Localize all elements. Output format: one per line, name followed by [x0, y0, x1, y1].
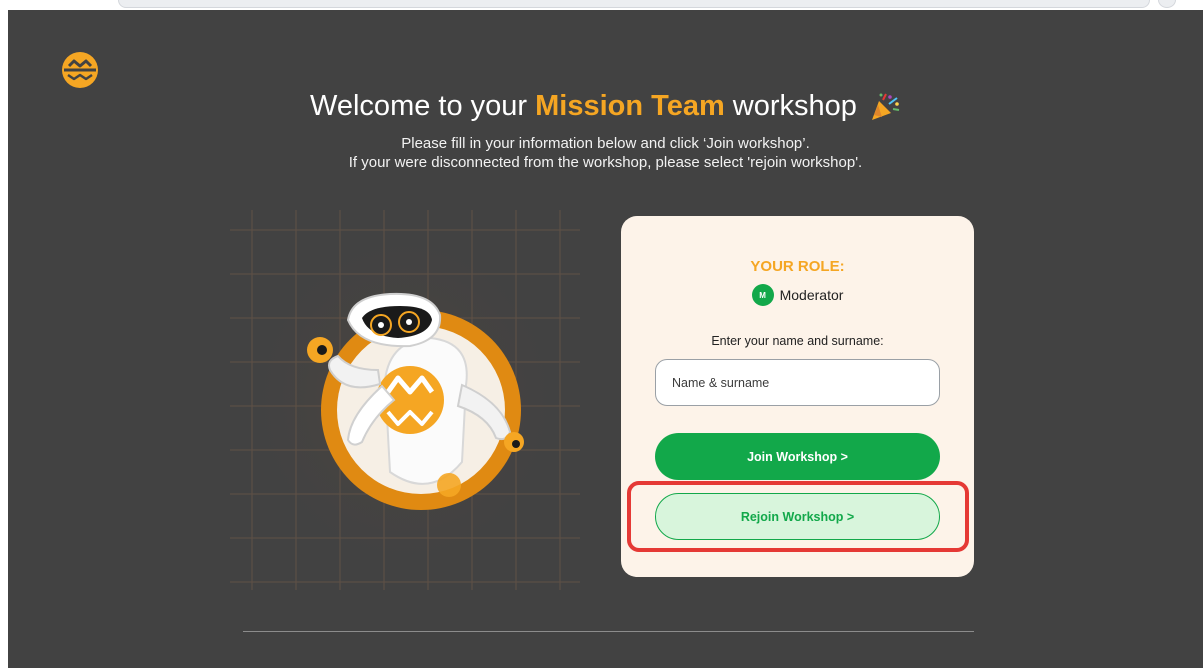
page-subtitle: Please fill in your information below an…	[8, 134, 1203, 172]
name-surname-input[interactable]	[655, 359, 940, 406]
role-indicator: M Moderator	[621, 284, 974, 306]
role-heading: YOUR ROLE:	[750, 258, 845, 275]
subtitle-line-2: If your were disconnected from the works…	[348, 154, 863, 171]
name-field-label: Enter your name and surname:	[711, 334, 884, 348]
role-avatar: M	[751, 284, 774, 306]
join-workshop-button[interactable]: Join Workshop >	[655, 433, 940, 480]
page-title: Welcome to your Mission Team workshop	[8, 90, 1203, 123]
address-bar[interactable]	[118, 0, 1150, 8]
role-name: Moderator	[779, 287, 844, 303]
mission-team-logo-icon[interactable]	[62, 52, 98, 88]
title-prefix: Welcome to your	[310, 90, 536, 122]
rejoin-workshop-button[interactable]: Rejoin Workshop >	[655, 493, 940, 540]
party-popper-icon	[871, 93, 900, 121]
subtitle-line-1: Please fill in your information below an…	[401, 135, 810, 152]
role-card: YOUR ROLE: M Moderator Enter your name a…	[621, 216, 974, 577]
workshop-join-page: Welcome to your Mission Team workshop Pl…	[8, 10, 1203, 668]
browser-chrome	[0, 0, 1203, 10]
robot-mascot-illustration	[230, 210, 580, 590]
title-suffix: workshop	[724, 90, 857, 122]
browser-extension-icon[interactable]	[1158, 0, 1176, 8]
title-accent: Mission Team	[535, 90, 725, 122]
footer-divider	[243, 631, 974, 632]
